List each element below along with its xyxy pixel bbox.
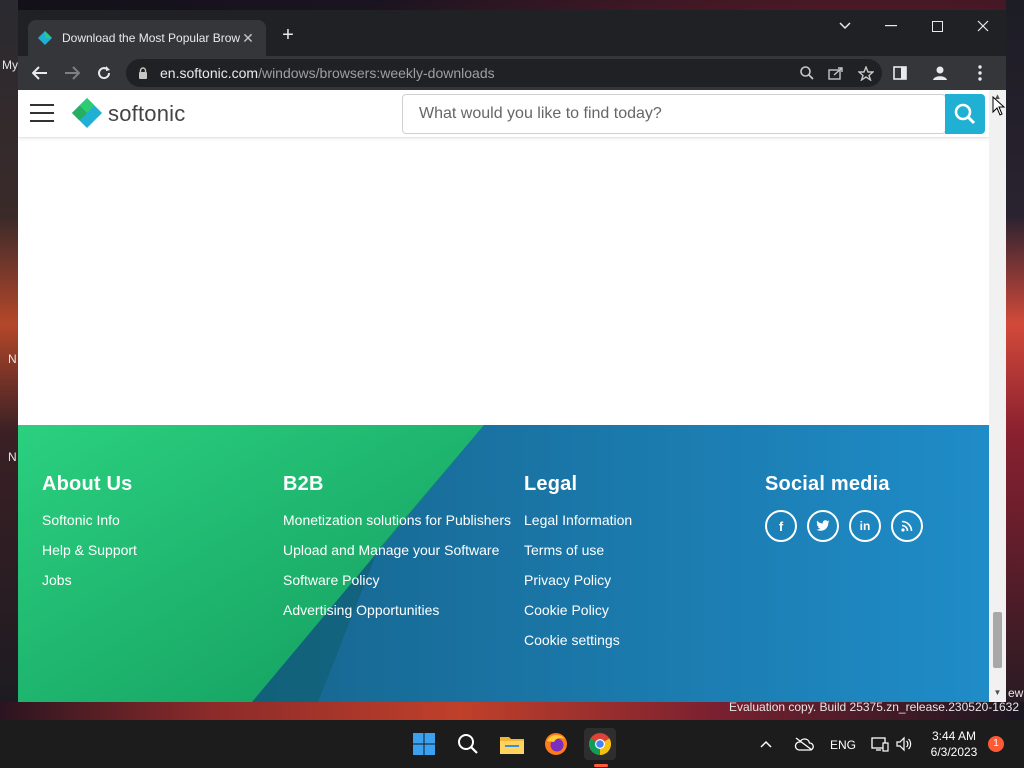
file-explorer-button[interactable] — [496, 728, 528, 760]
language-indicator[interactable]: ENG — [830, 738, 856, 752]
profile-avatar-icon — [933, 66, 947, 80]
url-path: /windows/browsers:weekly-downloads — [258, 65, 495, 81]
site-search-input[interactable] — [419, 105, 919, 123]
url-host: en.softonic.com — [160, 65, 259, 81]
footer-heading-legal: Legal — [524, 473, 578, 495]
taskbar: ENG 3:44 AM 6/3/2023 1 — [0, 720, 1024, 768]
windows-logo-icon — [413, 733, 435, 755]
firefox-button[interactable] — [540, 728, 572, 760]
mouse-cursor-icon — [992, 96, 1006, 116]
footer-link-legal-information[interactable]: Legal Information — [524, 510, 754, 531]
taskbar-search-button[interactable] — [452, 728, 484, 760]
tab-title: Download the Most Popular Browsers — [62, 31, 240, 45]
chrome-button[interactable] — [584, 728, 616, 760]
page-scrollbar[interactable]: ▲ ▼ — [989, 90, 1006, 702]
system-clock[interactable]: 3:44 AM 6/3/2023 — [924, 728, 984, 760]
search-icon — [954, 103, 976, 125]
side-panel-icon — [893, 66, 907, 80]
firefox-icon — [545, 733, 567, 755]
site-search-button[interactable] — [945, 94, 985, 134]
search-page-icon[interactable] — [800, 66, 814, 80]
footer-column-legal: Legal Legal Information Terms of use Pri… — [524, 473, 754, 660]
footer-column-about: About Us Softonic Info Help & Support Jo… — [42, 473, 272, 600]
tab-search-chevron-icon[interactable] — [822, 10, 868, 42]
title-bar: Download the Most Popular Browsers ✕ + — [18, 10, 1006, 56]
network-icon[interactable] — [868, 728, 892, 760]
softonic-favicon-icon — [38, 31, 52, 45]
maximize-button[interactable] — [914, 10, 960, 42]
desktop-wallpaper-right — [1006, 0, 1024, 720]
site-header: softonic — [18, 90, 989, 138]
address-bar[interactable]: en.softonic.com/windows/browsers:weekly-… — [126, 59, 882, 87]
browser-tab[interactable]: Download the Most Popular Browsers ✕ — [28, 20, 266, 56]
side-panel-button[interactable] — [884, 59, 916, 87]
web-page: softonic What would you like to find tod… — [18, 90, 989, 702]
scrollbar-thumb[interactable] — [993, 612, 1002, 668]
back-arrow-icon — [32, 66, 47, 80]
bookmark-star-icon[interactable] — [858, 65, 874, 81]
linkedin-icon[interactable]: in — [849, 510, 881, 542]
footer-link-softonic-info[interactable]: Softonic Info — [42, 510, 272, 531]
scroll-down-arrow-icon[interactable]: ▼ — [989, 688, 1006, 700]
evaluation-watermark: Evaluation copy. Build 25375.zn_release.… — [729, 700, 1019, 715]
softonic-logo[interactable]: softonic — [72, 98, 185, 130]
new-tab-button[interactable]: + — [276, 24, 300, 48]
forward-button[interactable] — [56, 59, 88, 87]
footer-link-cookie-settings[interactable]: Cookie settings — [524, 630, 754, 651]
clock-date: 6/3/2023 — [930, 745, 978, 759]
footer-link-software-policy[interactable]: Software Policy — [283, 570, 513, 591]
desktop-icon-label[interactable]: N — [8, 450, 17, 464]
close-window-button[interactable] — [960, 10, 1006, 42]
desktop-icon-label[interactable]: My — [2, 58, 18, 72]
site-search-field[interactable] — [402, 94, 946, 134]
facebook-icon[interactable]: f — [765, 510, 797, 542]
site-footer: About Us Softonic Info Help & Support Jo… — [18, 425, 989, 702]
footer-heading-about: About Us — [42, 473, 133, 495]
rss-icon[interactable] — [891, 510, 923, 542]
active-app-indicator — [594, 764, 608, 767]
start-button[interactable] — [408, 728, 440, 760]
footer-link-privacy-policy[interactable]: Privacy Policy — [524, 570, 754, 591]
twitter-icon[interactable] — [807, 510, 839, 542]
tab-close-icon[interactable]: ✕ — [240, 30, 256, 47]
notification-badge[interactable]: 1 — [988, 736, 1004, 752]
back-button[interactable] — [24, 59, 56, 87]
minimize-button[interactable] — [868, 10, 914, 42]
clock-time: 3:44 AM — [931, 729, 977, 743]
folder-icon — [500, 737, 524, 754]
footer-link-monetization[interactable]: Monetization solutions for Publishers — [283, 510, 513, 531]
browser-menu-button[interactable] — [964, 59, 996, 87]
footer-link-advertising[interactable]: Advertising Opportunities — [283, 600, 513, 621]
browser-window: Download the Most Popular Browsers ✕ + e… — [18, 10, 1006, 702]
logo-text: softonic — [108, 101, 186, 126]
reload-icon — [98, 66, 111, 80]
show-hidden-icons-chevron-icon[interactable] — [756, 728, 776, 760]
browser-toolbar: en.softonic.com/windows/browsers:weekly-… — [18, 56, 1006, 90]
softonic-logo-icon — [72, 98, 102, 128]
footer-link-terms-of-use[interactable]: Terms of use — [524, 540, 754, 561]
volume-icon[interactable] — [892, 728, 916, 760]
profile-button[interactable] — [924, 59, 956, 87]
forward-arrow-icon — [65, 66, 80, 80]
footer-link-upload-manage[interactable]: Upload and Manage your Software — [283, 540, 513, 561]
evaluation-build-text: Evaluation copy. Build 25375.zn_release.… — [729, 700, 1019, 714]
reload-button[interactable] — [88, 59, 120, 87]
onedrive-offline-icon[interactable] — [792, 728, 816, 760]
chrome-icon — [589, 733, 611, 755]
search-icon — [458, 734, 478, 754]
footer-link-jobs[interactable]: Jobs — [42, 570, 272, 591]
footer-heading-b2b: B2B — [283, 473, 324, 495]
kebab-menu-icon — [978, 65, 982, 81]
footer-heading-social: Social media — [765, 473, 890, 495]
desktop-icon-label[interactable]: N — [8, 352, 17, 366]
footer-column-b2b: B2B Monetization solutions for Publisher… — [283, 473, 513, 630]
hamburger-menu-icon[interactable] — [30, 104, 54, 124]
lock-icon[interactable] — [138, 67, 148, 79]
share-icon[interactable] — [828, 66, 844, 80]
desktop-icon-label[interactable]: ew — [1008, 686, 1023, 700]
footer-link-help-support[interactable]: Help & Support — [42, 540, 272, 561]
footer-link-cookie-policy[interactable]: Cookie Policy — [524, 600, 754, 621]
footer-column-social: Social media f in — [765, 473, 989, 542]
